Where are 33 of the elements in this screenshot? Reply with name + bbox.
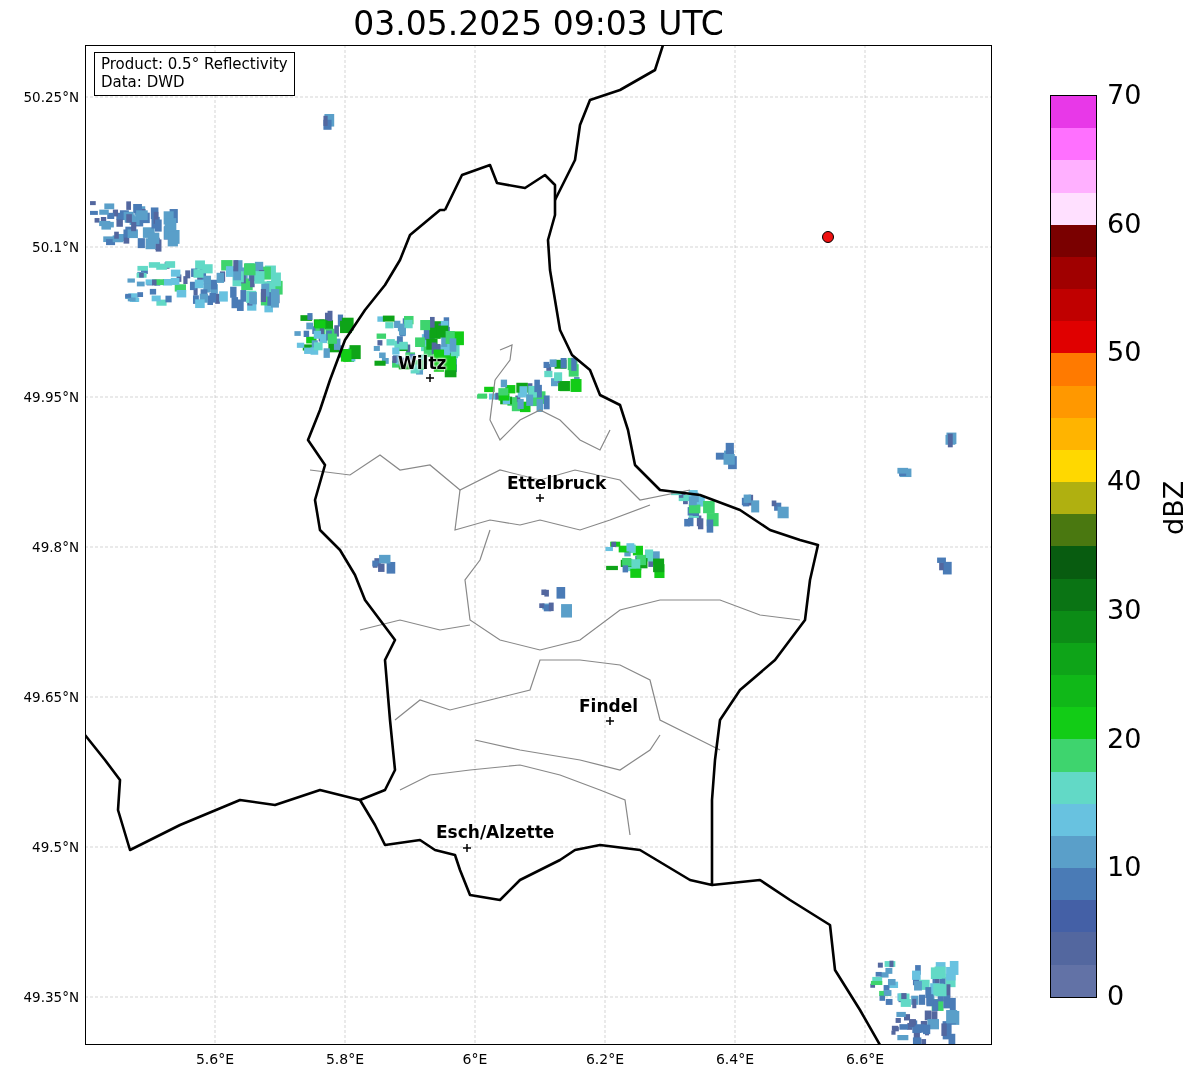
longitude-label: 6.4°E xyxy=(715,1051,755,1067)
colorbar-tick-label: 60 xyxy=(1107,208,1142,239)
info-text: Product: 0.5° Reflectivity xyxy=(101,55,288,73)
latitude-label: 49.35°N xyxy=(23,988,79,1006)
colorbar-tick-label: 50 xyxy=(1107,337,1142,368)
chart-title: 03.05.2025 09:03 UTC xyxy=(352,4,725,44)
colorbar-tick-label: 10 xyxy=(1107,852,1142,883)
city-label: Ettelbruck xyxy=(507,472,607,494)
colorbar-tick-label: 30 xyxy=(1107,594,1142,625)
colorbar-tick-label: 0 xyxy=(1107,981,1125,1011)
latitude-label: 50.25°N xyxy=(23,88,79,106)
longitude-label: 5.6°E xyxy=(195,1051,235,1067)
city-label: Esch/Alzette xyxy=(436,821,555,843)
longitude-label: 6.6°E xyxy=(845,1051,885,1067)
longitude-label: 6.2°E xyxy=(585,1051,625,1067)
latitude-label: 49.95°N xyxy=(23,388,79,406)
colorbar-label: dBZ xyxy=(1158,480,1184,535)
latitude-label: 50.1°N xyxy=(32,238,79,256)
city-marker-icon xyxy=(605,716,615,726)
longitude-label: 6°E xyxy=(462,1051,488,1067)
city-marker-icon xyxy=(425,373,435,383)
info-text: Data: DWD xyxy=(101,73,186,91)
radar-site-marker xyxy=(822,231,834,243)
colorbar-tick-label: 40 xyxy=(1107,466,1142,497)
latitude-label: 49.8°N xyxy=(32,538,79,556)
city-label: Findel xyxy=(579,695,639,717)
city-marker-icon xyxy=(535,493,545,503)
latitude-label: 49.5°N xyxy=(32,838,79,856)
city-marker-icon xyxy=(462,843,472,853)
colorbar-tick-label: 70 xyxy=(1107,80,1142,110)
longitude-label: 5.8°E xyxy=(325,1051,365,1067)
colorbar-tick-label: 20 xyxy=(1107,723,1142,754)
latitude-label: 49.65°N xyxy=(23,688,79,706)
